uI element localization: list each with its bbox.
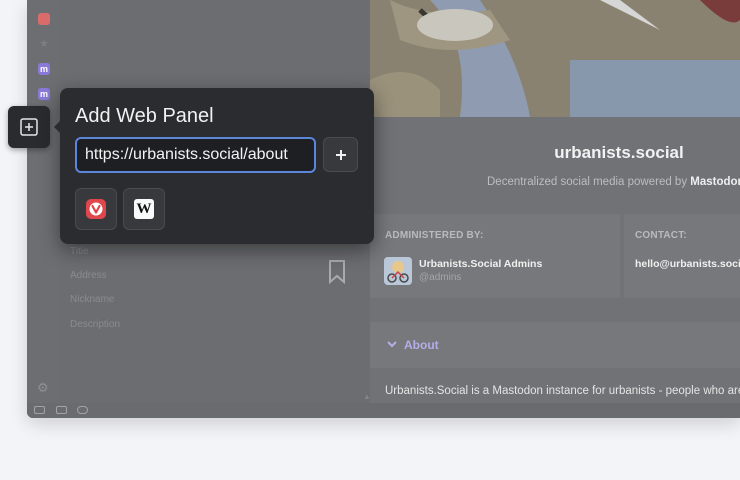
popup-arrow [54, 120, 61, 134]
contact-heading: CONTACT: [635, 230, 687, 241]
add-url-button[interactable] [323, 137, 358, 172]
bookmark-field-label: Title [70, 246, 89, 257]
add-square-icon [20, 118, 38, 136]
chevron-down-icon [387, 341, 397, 348]
panel-toggle-icon[interactable] [34, 406, 45, 414]
site-name: urbanists.social [554, 143, 684, 162]
mastodon-panel-icon[interactable]: m [38, 88, 50, 100]
administered-by-heading: ADMINISTERED BY: [385, 230, 484, 241]
add-web-panel-button[interactable] [8, 106, 50, 148]
tagline-text: Decentralized social media powered by [487, 176, 691, 188]
vivaldi-icon [86, 199, 106, 219]
url-input[interactable] [75, 137, 316, 173]
mastodon-panel-icon[interactable]: m [38, 63, 50, 75]
plus-icon [336, 150, 346, 160]
vivaldi-suggestion-button[interactable] [75, 188, 117, 230]
about-label: About [404, 338, 439, 352]
about-text: Urbanists.Social is a Mastodon instance … [385, 385, 740, 397]
hero-banner-image [370, 0, 740, 117]
admin-avatar[interactable] [384, 257, 412, 285]
add-web-panel-popup: Add Web Panel W [54, 88, 374, 244]
settings-gear-icon[interactable]: ⚙ [37, 381, 49, 395]
site-tagline: Decentralized social media powered by Ma… [487, 176, 740, 188]
bookmarks-star-icon[interactable]: ★ [38, 38, 50, 50]
sync-cloud-icon[interactable] [77, 406, 88, 414]
mastodon-link[interactable]: Mastodon [690, 176, 740, 188]
web-page-content: urbanists.social Decentralized social me… [370, 0, 740, 403]
server-info-card: ADMINISTERED BY: CONTACT: Urbanists.Soci… [370, 214, 740, 298]
vivaldi-panel-icon[interactable] [38, 13, 50, 25]
bookmark-field-label: Nickname [70, 294, 115, 305]
wikipedia-suggestion-button[interactable]: W [123, 188, 165, 230]
tiling-icon[interactable] [56, 406, 67, 414]
contact-email[interactable]: hello@urbanists.social [635, 258, 740, 270]
popup-title: Add Web Panel [75, 105, 214, 127]
bookmark-field-label: Address [70, 270, 107, 281]
status-bar [27, 403, 740, 418]
wikipedia-icon: W [134, 199, 154, 219]
bookmark-field-label: Description [70, 319, 121, 330]
bookmark-icon[interactable] [328, 260, 346, 284]
admin-name[interactable]: Urbanists.Social Admins [419, 258, 542, 270]
panel-strip: ★ m m ⚙ [27, 0, 61, 403]
admin-handle: @admins [419, 272, 462, 283]
card-divider [620, 214, 624, 298]
about-accordion[interactable]: About [370, 322, 740, 368]
